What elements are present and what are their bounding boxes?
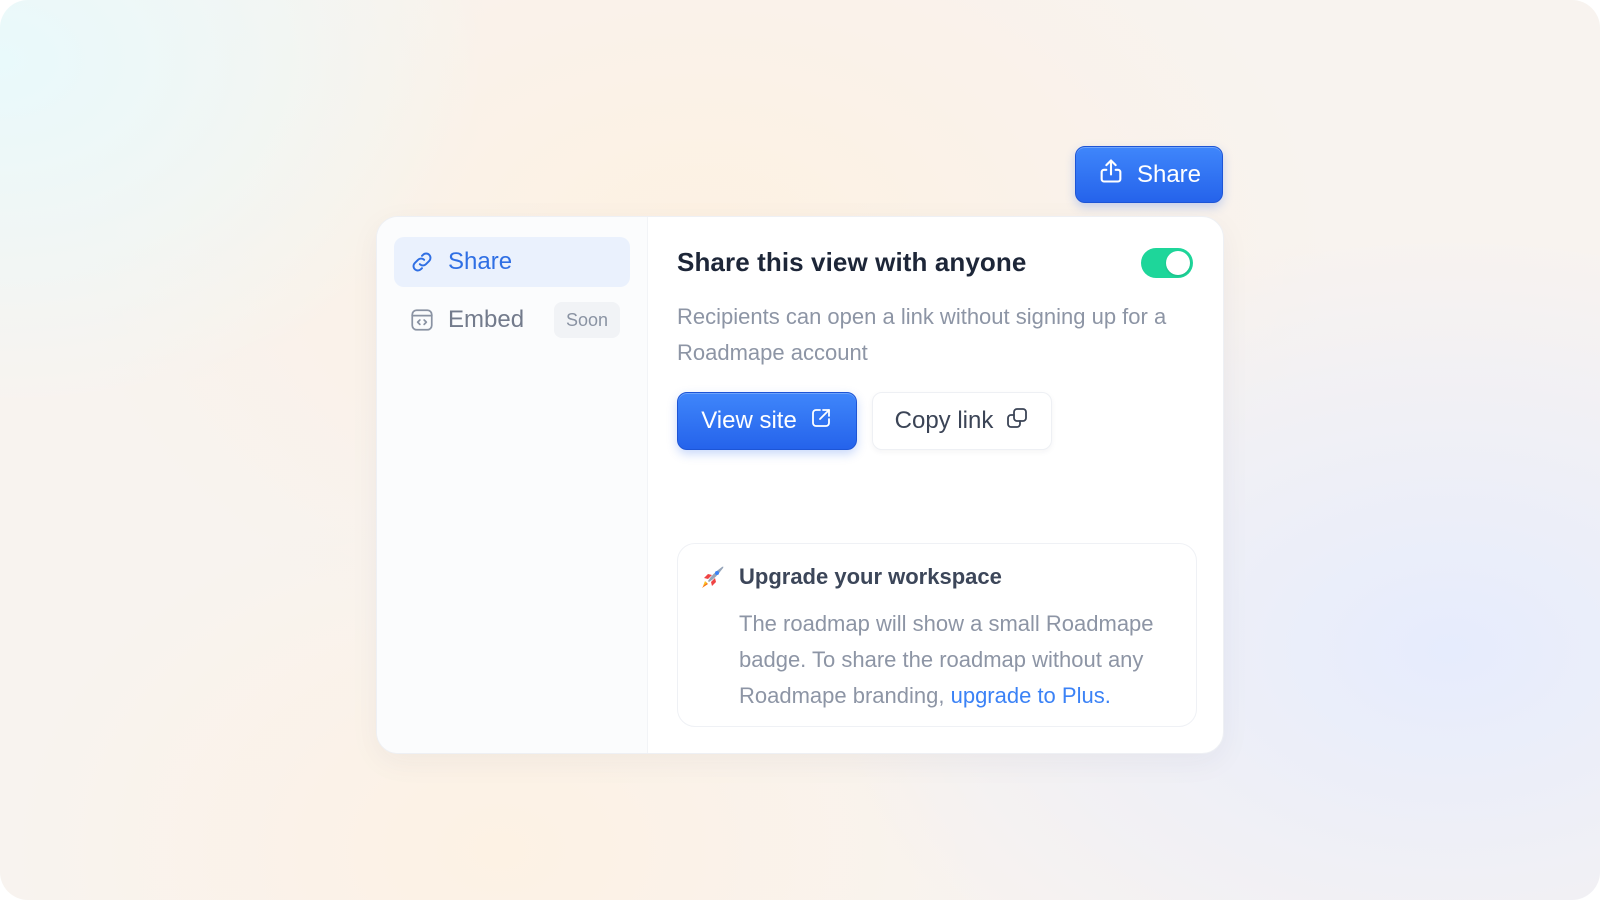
view-site-label: View site [701,407,797,434]
background: Share Share Embed Soon Share this view w… [0,0,1600,900]
sidebar-item-embed[interactable]: Embed Soon [394,295,630,345]
view-site-button[interactable]: View site [677,392,857,450]
sidebar-item-label: Embed [448,306,525,333]
share-button-label: Share [1136,160,1202,188]
upgrade-callout: Upgrade your workspace The roadmap will … [677,543,1197,727]
code-window-icon [409,307,435,333]
rocket-icon [698,562,728,592]
copy-link-label: Copy link [894,407,994,434]
sidebar-item-label: Share [448,248,513,275]
upgrade-title: Upgrade your workspace [739,564,1002,589]
share-panel: Share Embed Soon Share this view with an… [376,216,1224,754]
external-link-icon [809,406,833,437]
copy-icon [1005,406,1029,437]
share-upload-icon [1097,157,1125,192]
toggle-knob [1166,251,1190,275]
upgrade-text: The roadmap will show a small Roadmape b… [739,606,1184,714]
sidebar-item-share[interactable]: Share [394,237,630,287]
public-share-toggle[interactable] [1141,248,1193,278]
upgrade-link[interactable]: upgrade to Plus. [951,683,1111,708]
share-content: Share this view with anyone Recipients c… [677,217,1197,753]
share-title: Share this view with anyone [677,247,1027,277]
copy-link-button[interactable]: Copy link [872,392,1052,450]
share-sidebar: Share Embed Soon [377,217,648,753]
soon-badge: Soon [553,302,620,338]
link-icon [409,249,435,275]
share-button[interactable]: Share [1075,146,1223,203]
share-description: Recipients can open a link without signi… [677,304,1167,365]
